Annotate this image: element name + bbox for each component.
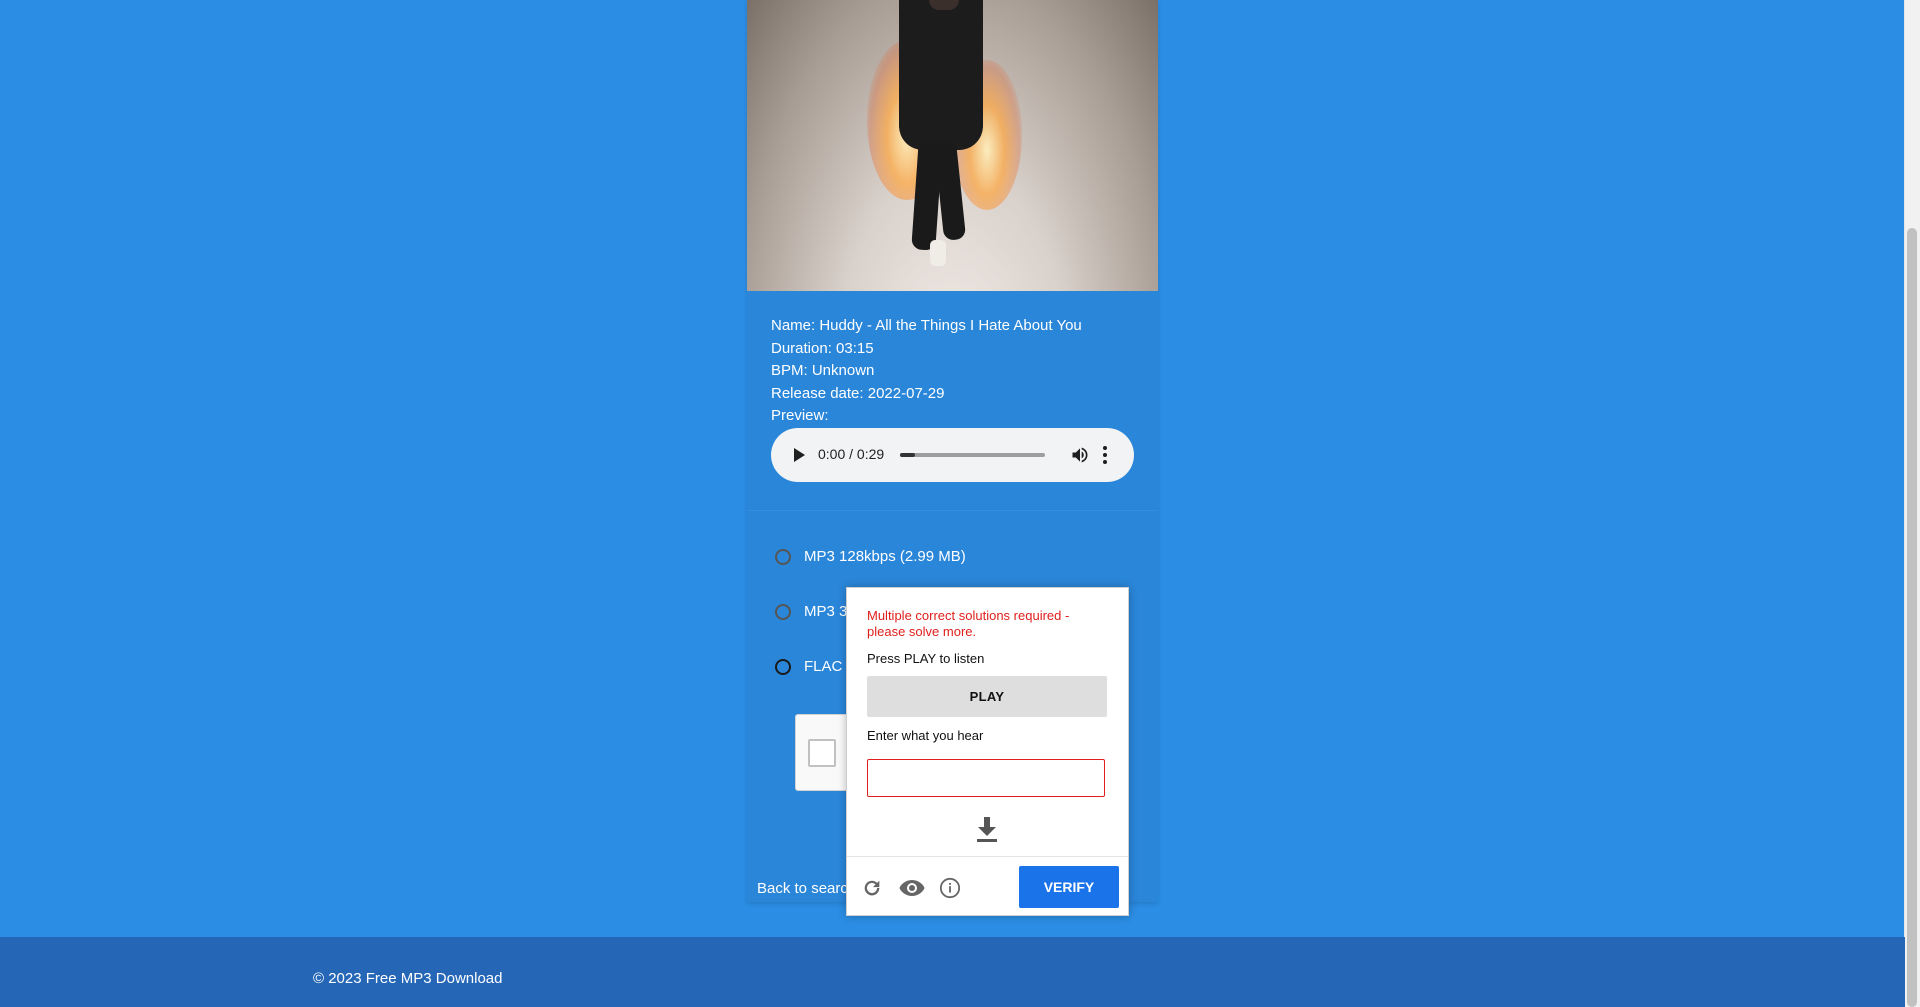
audio-time: 0:00 / 0:29 [818, 446, 885, 462]
download-icon[interactable] [974, 815, 1000, 843]
scrollbar-thumb[interactable] [1907, 228, 1917, 1007]
audio-progress-bar[interactable] [900, 453, 1045, 457]
format-label: MP3 3 [804, 603, 848, 620]
format-label: MP3 128kbps (2.99 MB) [804, 548, 966, 565]
radio-button[interactable] [775, 604, 791, 620]
captcha-answer-input[interactable] [867, 759, 1105, 797]
track-info: Name: Huddy - All the Things I Hate Abou… [771, 315, 1082, 428]
cover-figure [899, 0, 983, 150]
preview-label: Preview: [771, 407, 829, 425]
audio-player[interactable]: 0:00 / 0:29 [771, 428, 1134, 482]
album-cover-image [747, 0, 1158, 291]
volume-icon[interactable] [1070, 445, 1090, 465]
more-options-icon[interactable] [1103, 446, 1107, 467]
radio-button[interactable] [775, 549, 791, 565]
play-icon[interactable] [794, 448, 805, 462]
info-icon[interactable] [939, 877, 961, 899]
footer: © 2023 Free MP3 Download [0, 937, 1905, 1007]
captcha-audio-challenge: Multiple correct solutions required - pl… [846, 587, 1129, 916]
format-label: FLAC ( [804, 658, 852, 675]
captcha-footer-divider [847, 856, 1128, 857]
track-name: Name: Huddy - All the Things I Hate Abou… [771, 317, 1082, 334]
cover-figure-shoe [930, 240, 946, 266]
reload-icon[interactable] [861, 877, 883, 899]
track-bpm: BPM: Unknown [771, 362, 875, 380]
radio-button[interactable] [775, 659, 791, 675]
captcha-verify-button[interactable]: VERIFY [1019, 866, 1119, 908]
section-divider [747, 510, 1158, 511]
captcha-play-button[interactable]: PLAY [867, 676, 1107, 717]
recaptcha-checkbox[interactable] [808, 739, 836, 767]
footer-copyright: © 2023 Free MP3 Download [313, 970, 503, 987]
visual-challenge-icon[interactable] [898, 877, 926, 899]
captcha-enter-label: Enter what you hear [867, 728, 984, 743]
back-to-search-link[interactable]: Back to searc [757, 880, 848, 897]
captcha-instruction: Press PLAY to listen [867, 651, 985, 666]
audio-progress-fill [900, 453, 915, 457]
captcha-error-message: Multiple correct solutions required - pl… [867, 608, 1070, 639]
track-release-date: Release date: 2022-07-29 [771, 384, 945, 402]
scrollbar[interactable] [1904, 0, 1920, 1007]
track-duration: Duration: 03:15 [771, 339, 874, 357]
